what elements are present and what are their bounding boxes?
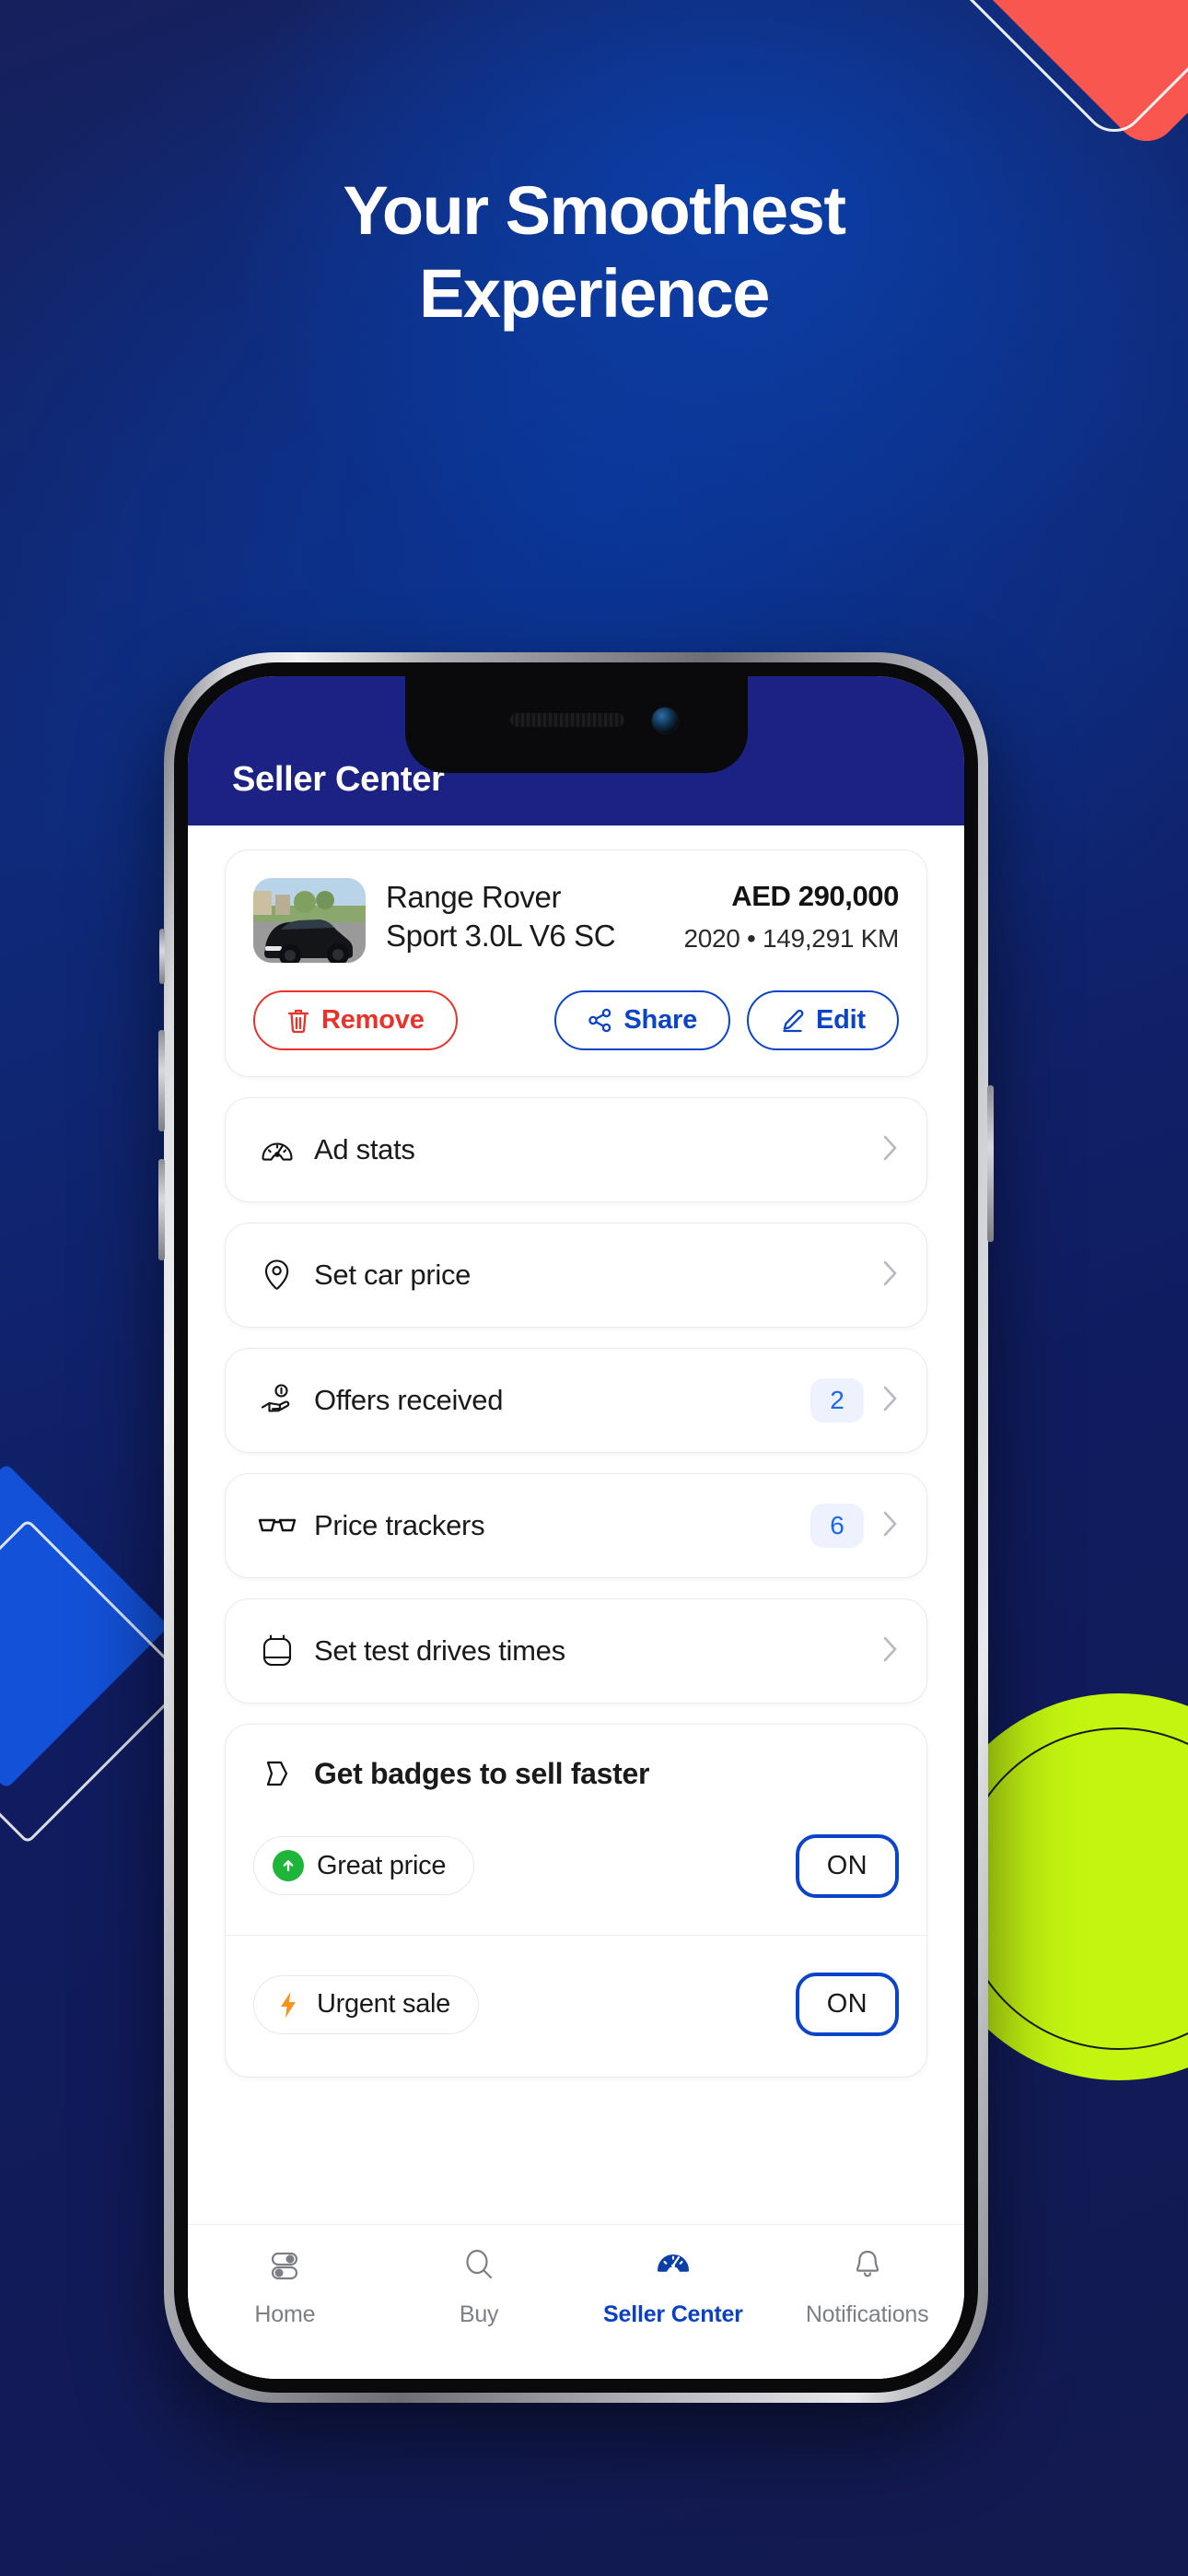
menu-item-label: Ad stats [314, 1133, 415, 1165]
chevron-right-icon [880, 1634, 899, 1669]
tab-home-label: Home [254, 2301, 316, 2327]
menu-item-label: Offers received [314, 1384, 504, 1416]
phone-notch [404, 676, 748, 773]
headline-line-1: Your Smoothest [343, 172, 846, 249]
listing-summary: Range Rover Sport 3.0L V6 SC AED 290,000… [253, 878, 899, 963]
listing-price-block: AED 290,000 2020 • 149,291 KM [683, 878, 899, 954]
edit-button[interactable]: Edit [747, 990, 899, 1050]
edit-button-label: Edit [816, 1005, 866, 1035]
menu-item-badge: 2 [810, 1378, 864, 1423]
badges-header: Get badges to sell faster [226, 1725, 926, 1797]
price-tag-icon [253, 1257, 301, 1294]
speedometer-filled-icon [653, 2245, 693, 2290]
share-button-label: Share [623, 1005, 698, 1035]
chevron-right-icon [880, 1384, 899, 1418]
listing-price: AED 290,000 [731, 880, 899, 912]
chevron-right-icon [880, 1509, 899, 1543]
badges-card: Get badges to sell faster Great price ON [225, 1724, 927, 2078]
phone-mute-switch [159, 929, 165, 984]
chevron-right-icon [880, 1133, 899, 1167]
calendar-icon [253, 1633, 301, 1669]
listing-card[interactable]: Range Rover Sport 3.0L V6 SC AED 290,000… [225, 849, 927, 1077]
badge-chip-label: Urgent sale [317, 1989, 450, 2019]
earpiece-speaker-icon [509, 713, 624, 727]
menu-item-price-trackers[interactable]: Price trackers 6 [225, 1473, 927, 1578]
tab-notifications-label: Notifications [805, 2301, 929, 2327]
tab-seller-center-label: Seller Center [603, 2301, 743, 2327]
promo-headline: Your Smoothest Experience [0, 175, 1188, 329]
search-icon [459, 2245, 499, 2290]
tab-home[interactable]: Home [188, 2245, 382, 2328]
badge-chip-label: Great price [317, 1850, 447, 1880]
sliders-icon [264, 2245, 305, 2290]
menu-item-badge: 6 [810, 1504, 864, 1548]
badge-toggle-urgent-sale[interactable]: ON [795, 1973, 899, 2036]
listing-meta: 2020 • 149,291 KM [683, 924, 899, 953]
pencil-icon [780, 1008, 805, 1033]
offer-hand-icon [253, 1381, 301, 1420]
badge-row-urgent-sale: Urgent sale ON [226, 1935, 926, 2073]
menu-item-label: Set car price [314, 1259, 472, 1291]
green-arrow-up-icon [273, 1850, 304, 1881]
badge-toggle-great-price[interactable]: ON [795, 1833, 899, 1898]
badges-title: Get badges to sell faster [314, 1756, 650, 1790]
phone-volume-down-button [158, 1159, 165, 1260]
bell-icon [847, 2245, 888, 2290]
speedometer-icon [253, 1131, 301, 1168]
phone-power-button [987, 1085, 994, 1242]
listing-actions: Remove Share Edit [253, 990, 899, 1050]
badge-chip[interactable]: Urgent sale [253, 1974, 479, 2034]
listing-thumbnail[interactable] [253, 878, 366, 963]
front-camera-icon [651, 707, 680, 734]
phone-volume-up-button [158, 1030, 165, 1131]
headline-line-2: Experience [419, 254, 770, 332]
share-button[interactable]: Share [554, 990, 731, 1050]
tab-notifications[interactable]: Notifications [770, 2245, 964, 2328]
tab-seller-center[interactable]: Seller Center [577, 2245, 771, 2328]
listing-title-line-2: Sport 3.0L V6 SC [386, 918, 616, 953]
menu-item-ad-stats[interactable]: Ad stats [225, 1097, 927, 1202]
trash-icon [286, 1008, 310, 1034]
menu-item-set-car-price[interactable]: Set car price [225, 1223, 927, 1328]
bottom-tab-bar: Home Buy Seller Center Notifications [188, 2224, 964, 2379]
tab-buy[interactable]: Buy [382, 2245, 577, 2328]
phone-mockup: Seller Center Range Rover Sport 3.0L V6 … [158, 652, 994, 2403]
menu-item-label: Price trackers [314, 1509, 485, 1541]
app-content: Range Rover Sport 3.0L V6 SC AED 290,000… [188, 825, 964, 2379]
listing-title: Range Rover Sport 3.0L V6 SC [386, 878, 616, 954]
menu-item-label: Set test drives times [314, 1634, 565, 1667]
glasses-icon [253, 1512, 301, 1540]
menu-item-set-test-drives-times[interactable]: Set test drives times [225, 1598, 927, 1704]
badge-tag-icon [253, 1756, 301, 1791]
badge-row-great-price: Great price ON [226, 1797, 926, 1935]
menu-item-offers-received[interactable]: Offers received 2 [225, 1348, 927, 1453]
remove-button[interactable]: Remove [253, 990, 458, 1050]
listing-title-line-1: Range Rover [386, 880, 562, 914]
orange-bolt-icon [273, 1989, 304, 2020]
share-icon [588, 1008, 612, 1033]
page-title: Seller Center [232, 760, 445, 799]
phone-screen: Seller Center Range Rover Sport 3.0L V6 … [188, 676, 964, 2379]
chevron-right-icon [880, 1259, 899, 1293]
badge-chip[interactable]: Great price [253, 1836, 475, 1895]
remove-button-label: Remove [321, 1005, 425, 1035]
tab-buy-label: Buy [459, 2301, 499, 2327]
